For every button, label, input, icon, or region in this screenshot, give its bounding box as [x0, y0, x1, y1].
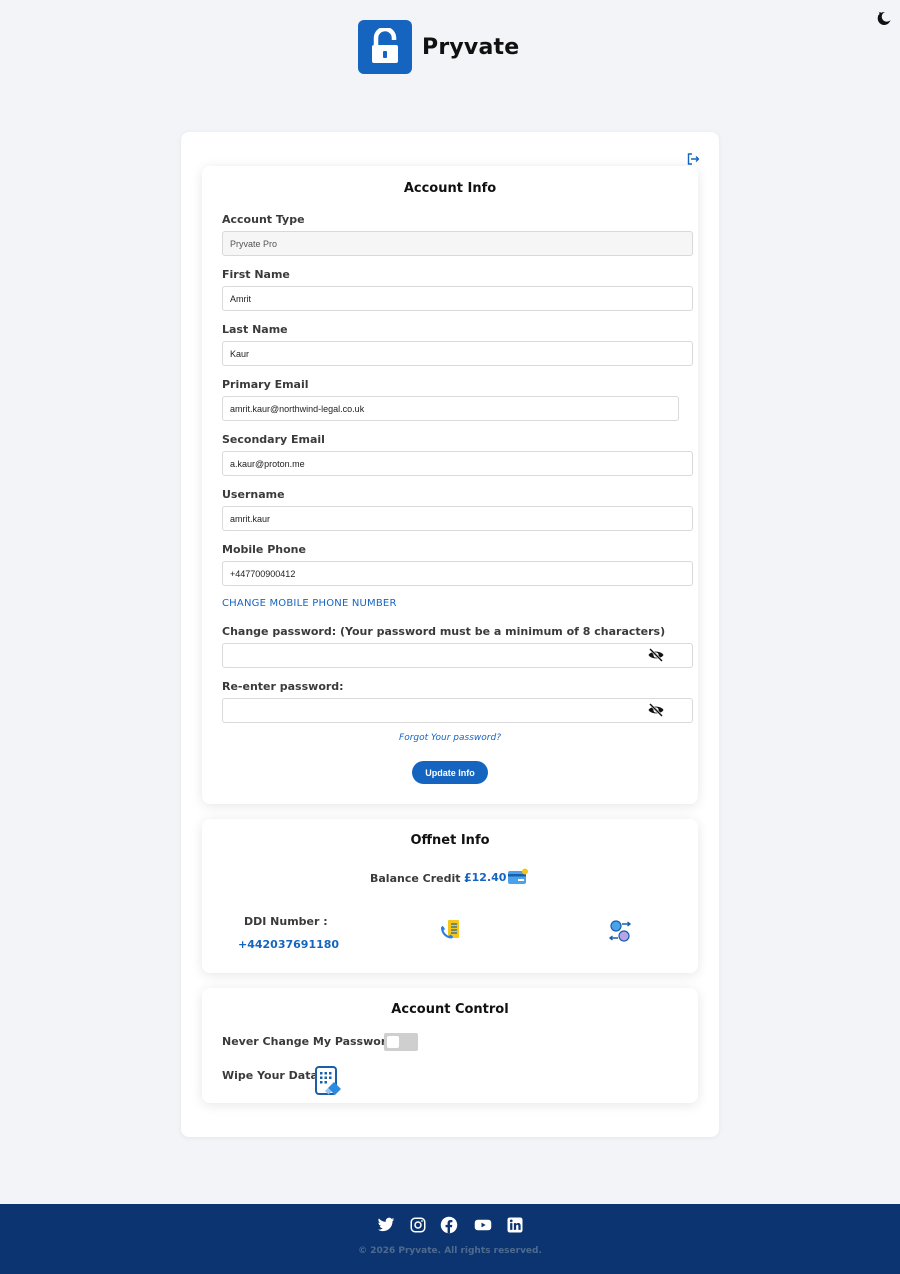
primary-email-label: Primary Email — [222, 378, 309, 391]
new-password-field[interactable] — [222, 643, 693, 668]
secondary-email-label: Secondary Email — [222, 433, 325, 446]
padlock-icon — [358, 20, 412, 74]
mobile-phone-field[interactable] — [222, 561, 693, 586]
ddi-number-value: +442037691180 — [238, 938, 340, 951]
wipe-data-label: Wipe Your Data : — [222, 1069, 327, 1082]
credit-card-icon[interactable] — [507, 868, 529, 886]
eye-slash-icon[interactable] — [647, 648, 665, 662]
mobile-phone-label: Mobile Phone — [222, 543, 306, 556]
linkedin-icon[interactable] — [506, 1216, 524, 1234]
youtube-icon[interactable] — [473, 1216, 493, 1234]
footer — [0, 1204, 900, 1274]
forgot-password-link[interactable]: Forgot Your password? — [0, 733, 900, 743]
username-label: Username — [222, 488, 285, 501]
phone-forward-icon[interactable] — [439, 919, 461, 943]
account-type-field — [222, 231, 693, 256]
first-name-field[interactable] — [222, 286, 693, 311]
offnet-info-title: Offnet Info — [410, 833, 490, 848]
logout-icon[interactable] — [686, 152, 700, 166]
last-name-field[interactable] — [222, 341, 693, 366]
change-password-label: Change password: (Your password must be … — [222, 625, 666, 638]
eye-slash-icon[interactable] — [647, 703, 665, 717]
currency-exchange-icon[interactable] — [608, 919, 632, 943]
balance-credit-value: £12.40 — [464, 871, 507, 884]
username-field[interactable] — [222, 506, 693, 531]
twitter-icon[interactable] — [377, 1216, 395, 1234]
primary-email-field[interactable] — [222, 396, 679, 421]
account-info-title: Account Info — [403, 181, 497, 196]
reenter-password-field[interactable] — [222, 698, 693, 723]
toggle-knob — [387, 1036, 399, 1048]
balance-credit-label: Balance Credit : — [370, 872, 469, 885]
copyright-text: © 2026 Pryvate. All rights reserved. — [358, 1246, 542, 1256]
reenter-password-label: Re-enter password: — [222, 680, 344, 693]
moon-icon[interactable] — [876, 10, 892, 26]
ddi-number-label: DDI Number : — [244, 915, 328, 928]
brand-name: Pryvate — [422, 34, 520, 60]
account-type-label: Account Type — [222, 213, 305, 226]
update-info-button[interactable]: Update Info — [412, 761, 488, 784]
never-change-password-toggle[interactable] — [384, 1033, 418, 1051]
brand-logo: Pryvate — [358, 20, 519, 74]
wipe-data-icon[interactable] — [314, 1065, 342, 1097]
account-control-title: Account Control — [391, 1002, 509, 1017]
instagram-icon[interactable] — [409, 1216, 427, 1234]
secondary-email-field[interactable] — [222, 451, 693, 476]
change-mobile-link[interactable]: CHANGE MOBILE PHONE NUMBER — [222, 598, 397, 609]
last-name-label: Last Name — [222, 323, 288, 336]
never-change-password-label: Never Change My Password : — [222, 1035, 403, 1048]
facebook-icon[interactable] — [440, 1216, 458, 1234]
first-name-label: First Name — [222, 268, 290, 281]
